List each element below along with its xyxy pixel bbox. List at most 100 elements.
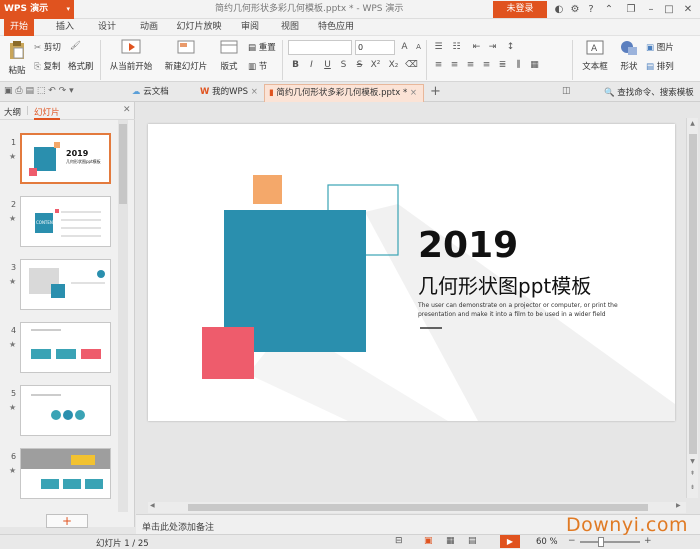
font-size-select[interactable]: 0 xyxy=(355,40,395,55)
play-from-current-button[interactable]: 从当前开始 xyxy=(108,39,154,72)
comment-icon[interactable]: ⊟ xyxy=(395,536,403,546)
scroll-down-icon[interactable]: ▼ xyxy=(688,458,697,468)
section-button[interactable]: ▥ 节 xyxy=(248,60,267,72)
restore-icon[interactable]: ❐ xyxy=(622,0,640,19)
number-list-icon[interactable]: ☷ xyxy=(450,41,463,54)
zoom-out-icon[interactable]: − xyxy=(568,536,576,546)
play-slideshow-button[interactable]: ▶ xyxy=(500,535,520,548)
copy-button[interactable]: ⎘ 复制 xyxy=(34,60,61,72)
shadow-button[interactable]: S xyxy=(337,59,350,72)
slide-thumbnail-1[interactable]: 2019 几何形状图ppt模板 xyxy=(20,133,111,184)
scroll-left-icon[interactable]: ◀ xyxy=(150,502,155,509)
slide-canvas[interactable]: 2019 几何形状图ppt模板 The user can demonstrate… xyxy=(148,124,675,421)
columns-icon[interactable]: ▦ xyxy=(528,59,541,72)
shrink-font-button[interactable]: A xyxy=(412,41,425,54)
grow-font-button[interactable]: A xyxy=(398,41,411,54)
vertical-scroll-thumb[interactable] xyxy=(689,134,697,454)
horizontal-scrollbar[interactable]: ◀ ▶ xyxy=(148,502,686,513)
underline-button[interactable]: U xyxy=(321,59,334,72)
more-icon[interactable]: ▾ xyxy=(69,86,74,96)
new-tab-button[interactable]: + xyxy=(430,84,441,99)
tab-special[interactable]: 特色应用 xyxy=(314,19,358,36)
align-right-icon[interactable]: ≡ xyxy=(464,59,477,72)
scroll-up-icon[interactable]: ▲ xyxy=(688,120,697,130)
new-slide-button[interactable]: 新建幻灯片 xyxy=(162,39,210,72)
bold-button[interactable]: B xyxy=(289,59,302,72)
picture-button[interactable]: ▣ 图片 xyxy=(646,41,674,53)
panel-scroll-thumb[interactable] xyxy=(119,124,127,204)
tab-active-document[interactable]: ▮ 简约几何形状多彩几何模板.pptx * × xyxy=(264,84,424,102)
tab-my-wps[interactable]: W 我的WPS × xyxy=(196,84,262,102)
tab-slides[interactable]: 幻灯片 xyxy=(34,106,60,120)
help-icon[interactable]: ? xyxy=(582,0,600,19)
scroll-right-icon[interactable]: ▶ xyxy=(676,502,681,509)
tab-design[interactable]: 设计 xyxy=(92,19,122,36)
slide-thumbnail-6[interactable] xyxy=(20,448,111,499)
save-icon[interactable]: ▣ xyxy=(4,86,13,96)
cut-button[interactable]: ✂ 剪切 xyxy=(34,41,61,53)
zoom-slider-handle[interactable] xyxy=(598,537,604,547)
tab-animation[interactable]: 动画 xyxy=(134,19,164,36)
shape-button[interactable]: 形状 xyxy=(616,39,642,72)
pin-icon[interactable]: ⌃ xyxy=(600,0,618,19)
slide-description-line1[interactable]: The user can demonstrate on a projector … xyxy=(418,302,618,309)
superscript-button[interactable]: X² xyxy=(369,59,382,72)
slide-thumbnail-3[interactable] xyxy=(20,259,111,310)
slide-thumbnail-4[interactable] xyxy=(20,322,111,373)
print-icon[interactable]: ⎙ xyxy=(15,86,22,96)
tab-outline[interactable]: 大纲 xyxy=(4,106,21,118)
paste-button[interactable]: 粘贴 xyxy=(6,40,28,76)
tab-view[interactable]: 视图 xyxy=(275,19,305,36)
vertical-scrollbar[interactable]: ▲ ▼ ⇞ ⇟ xyxy=(686,118,698,498)
export-icon[interactable]: ⬚ xyxy=(37,86,46,96)
align-center-icon[interactable]: ≡ xyxy=(448,59,461,72)
zoom-in-icon[interactable]: + xyxy=(644,536,652,546)
reading-view-icon[interactable]: ▤ xyxy=(468,536,477,546)
add-slide-button[interactable]: + xyxy=(46,514,88,528)
horizontal-scroll-thumb[interactable] xyxy=(188,504,648,511)
tab-slideshow[interactable]: 幻灯片放映 xyxy=(174,19,224,36)
distribute-icon[interactable]: ≣ xyxy=(496,59,509,72)
close-panel-icon[interactable]: ✕ xyxy=(123,105,131,115)
slide-thumbnail-2[interactable]: CONTENT xyxy=(20,196,111,247)
normal-view-icon[interactable]: ▣ xyxy=(424,536,433,546)
layout-button[interactable]: 版式 xyxy=(216,39,242,72)
search-box[interactable]: 🔍 查找命令、搜索模板 xyxy=(604,86,694,98)
panel-scrollbar[interactable] xyxy=(118,120,128,512)
tab-review[interactable]: 审阅 xyxy=(235,19,265,36)
preview-icon[interactable]: ▤ xyxy=(25,86,34,96)
tab-cloud-doc[interactable]: ☁ 云文档 xyxy=(128,84,198,102)
arrange-button[interactable]: ▤ 排列 xyxy=(646,60,674,72)
close-tab-icon[interactable]: × xyxy=(410,88,417,98)
justify-icon[interactable]: ≡ xyxy=(480,59,493,72)
tab-insert[interactable]: 插入 xyxy=(50,19,80,36)
text-direction-icon[interactable]: ⫼ xyxy=(512,59,525,72)
subscript-button[interactable]: X₂ xyxy=(387,59,400,72)
maximize-icon[interactable]: □ xyxy=(660,0,678,19)
notes-placeholder[interactable]: 单击此处添加备注 xyxy=(142,520,214,533)
slide-year[interactable]: 2019 xyxy=(418,225,518,266)
slide-thumbnail-5[interactable] xyxy=(20,385,111,436)
undo-icon[interactable]: ↶ xyxy=(48,86,56,96)
prev-page-icon[interactable]: ⇞ xyxy=(688,470,697,480)
reset-button[interactable]: ▤ 重置 xyxy=(248,41,276,53)
next-page-icon[interactable]: ⇟ xyxy=(688,484,697,494)
redo-icon[interactable]: ↷ xyxy=(59,86,67,96)
sorter-view-icon[interactable]: ▦ xyxy=(446,536,455,546)
bullet-list-icon[interactable]: ☰ xyxy=(432,41,445,54)
italic-button[interactable]: I xyxy=(305,59,318,72)
indent-decrease-icon[interactable]: ⇤ xyxy=(470,41,483,54)
login-button[interactable]: 未登录 xyxy=(493,1,547,18)
text-box-button[interactable]: A 文本框 xyxy=(578,39,612,72)
format-painter-button[interactable]: 🖌 xyxy=(70,41,81,51)
slide-description-line2[interactable]: presentation and make it into a film to … xyxy=(418,311,606,318)
cloud-sync-icon[interactable]: ◫ xyxy=(562,86,571,96)
clear-format-button[interactable]: ⌫ xyxy=(405,59,418,72)
minimize-icon[interactable]: – xyxy=(642,0,660,19)
close-tab-icon[interactable]: × xyxy=(251,87,258,97)
close-icon[interactable]: ✕ xyxy=(679,0,697,19)
strike-button[interactable]: S xyxy=(353,59,366,72)
app-menu-button[interactable]: WPS 演示 ▾ xyxy=(0,0,74,19)
zoom-slider[interactable] xyxy=(580,541,640,543)
tab-home[interactable]: 开始 xyxy=(4,19,34,36)
